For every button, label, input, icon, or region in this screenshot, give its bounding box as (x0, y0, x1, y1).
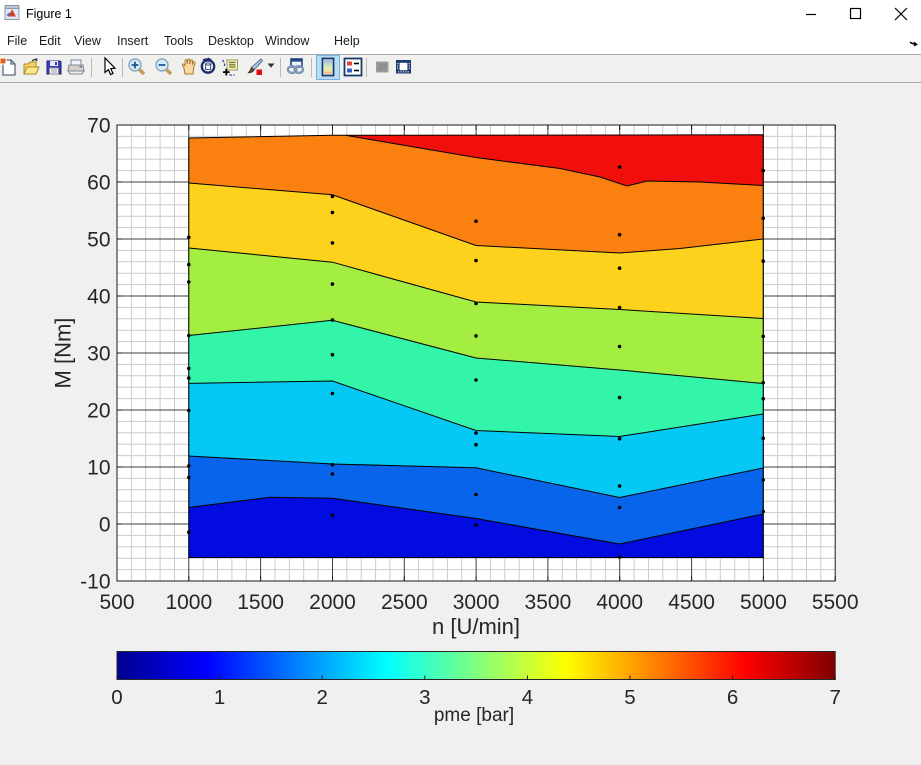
svg-text:4000: 4000 (596, 591, 643, 614)
svg-text:70: 70 (87, 115, 110, 138)
svg-text:1: 1 (214, 686, 225, 709)
svg-text:M [Nm]: M [Nm] (51, 318, 76, 389)
svg-text:3500: 3500 (525, 591, 572, 614)
svg-text:7: 7 (829, 686, 840, 709)
svg-text:4500: 4500 (668, 591, 715, 614)
svg-text:60: 60 (87, 172, 110, 195)
svg-text:0: 0 (111, 686, 122, 709)
svg-text:50: 50 (87, 229, 110, 252)
svg-text:2000: 2000 (309, 591, 356, 614)
svg-text:5: 5 (624, 686, 635, 709)
svg-text:6: 6 (727, 686, 738, 709)
svg-text:0: 0 (99, 514, 111, 537)
svg-text:5500: 5500 (812, 591, 859, 614)
svg-text:20: 20 (87, 400, 110, 423)
svg-text:3: 3 (419, 686, 430, 709)
svg-text:40: 40 (87, 286, 110, 309)
svg-text:10: 10 (87, 457, 110, 480)
svg-text:n [U/min]: n [U/min] (432, 614, 520, 639)
svg-text:1500: 1500 (237, 591, 284, 614)
svg-text:30: 30 (87, 343, 110, 366)
svg-text:5000: 5000 (740, 591, 787, 614)
svg-text:3000: 3000 (453, 591, 500, 614)
svg-text:pme [bar]: pme [bar] (434, 705, 514, 726)
svg-text:2500: 2500 (381, 591, 428, 614)
svg-text:4: 4 (522, 686, 533, 709)
svg-text:2: 2 (316, 686, 327, 709)
svg-text:1000: 1000 (165, 591, 212, 614)
svg-text:500: 500 (99, 591, 134, 614)
